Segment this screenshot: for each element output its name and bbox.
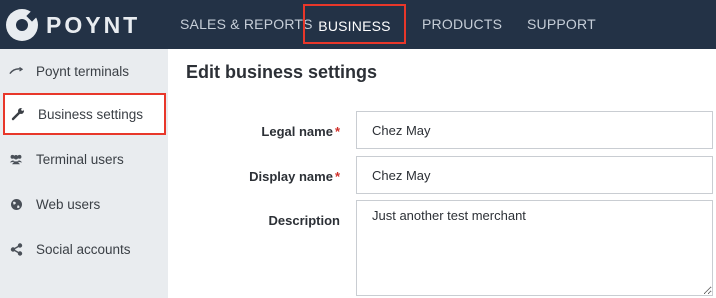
sidebar-item-social-accounts[interactable]: Social accounts xyxy=(0,227,168,271)
sidebar-item-label: Business settings xyxy=(38,106,144,122)
display-name-label: Display name * xyxy=(168,169,340,184)
nav-business[interactable]: BUSINESS xyxy=(303,4,406,44)
description-textarea[interactable]: Just another test merchant xyxy=(356,200,713,296)
sidebar-item-label: Web users xyxy=(36,196,101,212)
users-icon xyxy=(9,152,23,166)
poynt-logo-icon xyxy=(6,9,38,41)
legal-name-input[interactable] xyxy=(356,111,713,149)
display-name-label-text: Display name xyxy=(249,169,333,184)
sidebar-item-business-settings[interactable]: Business settings xyxy=(3,93,166,135)
required-marker: * xyxy=(334,169,340,184)
sidebar-item-label: Social accounts xyxy=(36,241,131,257)
legal-name-label: Legal name * xyxy=(168,124,340,139)
share-icon xyxy=(9,242,23,256)
description-label: Description xyxy=(268,213,340,228)
sidebar-item-web-users[interactable]: Web users xyxy=(0,182,168,226)
terminal-icon xyxy=(9,64,23,78)
wrench-icon xyxy=(11,107,25,121)
sidebar-item-label: Terminal users xyxy=(36,151,124,167)
logo-text: POYNT xyxy=(46,11,141,38)
nav-support[interactable]: SUPPORT xyxy=(527,0,596,49)
poynt-logo[interactable]: POYNT xyxy=(6,8,140,42)
sidebar-item-poynt-terminals[interactable]: Poynt terminals xyxy=(0,49,168,93)
display-name-input[interactable] xyxy=(356,156,713,194)
top-navigation-bar: POYNT SALES & REPORTS BUSINESS PRODUCTS … xyxy=(0,0,716,49)
required-marker: * xyxy=(334,124,340,139)
sidebar-item-label: Poynt terminals xyxy=(36,63,130,79)
legal-name-label-text: Legal name xyxy=(261,124,333,139)
sidebar: Poynt terminals Business settings Termin… xyxy=(0,49,168,298)
sidebar-item-terminal-users[interactable]: Terminal users xyxy=(0,137,168,181)
nav-products[interactable]: PRODUCTS xyxy=(422,0,502,49)
globe-icon xyxy=(9,197,23,211)
page-title: Edit business settings xyxy=(186,62,378,82)
main-content: Edit business settings Legal name* Displ… xyxy=(168,49,716,298)
nav-sales-reports[interactable]: SALES & REPORTS xyxy=(180,0,313,49)
